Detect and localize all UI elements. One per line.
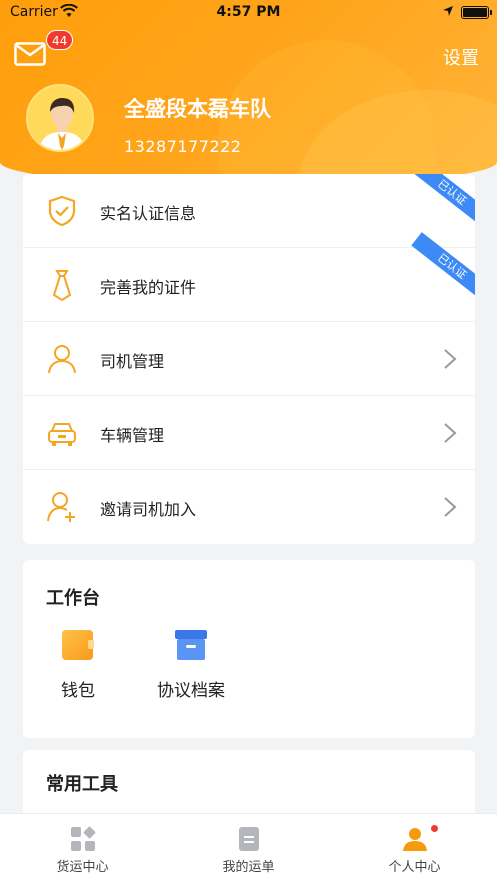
archive-box-icon (174, 628, 208, 662)
workbench-title: 工作台 (46, 588, 100, 609)
tie-icon (45, 268, 79, 302)
tab-label: 我的运单 (222, 860, 275, 875)
wallet-icon (61, 628, 95, 662)
common-tools-title: 常用工具 (46, 774, 118, 795)
message-count-badge: 44 (46, 30, 74, 50)
person-icon (45, 342, 79, 376)
shield-check-icon (45, 194, 79, 228)
workbench-card: 工作台 钱包 协议档案 (23, 560, 475, 738)
battery-tip (490, 10, 492, 15)
location-arrow-icon (442, 5, 454, 21)
menu-item-label: 车辆管理 (100, 426, 165, 445)
menu-item-label: 完善我的证件 (100, 278, 197, 297)
notification-dot (431, 825, 438, 832)
tab-freight-center[interactable]: 货运中心 (0, 814, 165, 883)
phone-number: 13287177222 (124, 137, 242, 156)
verified-ribbon: 已认证 (411, 174, 475, 227)
menu-item-real-name-verification[interactable]: 实名认证信息 已认证 (23, 174, 475, 248)
menu-item-complete-documents[interactable]: 完善我的证件 已认证 (23, 232, 475, 322)
tool-label: 钱包 (61, 681, 95, 701)
settings-button[interactable]: 设置 (443, 44, 479, 70)
chevron-right-icon (443, 348, 457, 370)
tool-agreement-archive[interactable]: 协议档案 (151, 628, 231, 701)
battery-icon (461, 6, 489, 19)
team-name: 全盛段本磊车队 (124, 97, 271, 121)
clock: 4:57 PM (216, 4, 281, 20)
menu-item-vehicle-management[interactable]: 车辆管理 (23, 396, 475, 470)
tab-label: 个人中心 (388, 860, 441, 875)
status-bar: Carrier 4:57 PM (0, 0, 497, 26)
menu-item-label: 实名认证信息 (100, 204, 197, 223)
avatar[interactable] (26, 84, 94, 152)
tab-bar: 货运中心 我的运单 个人中心 (0, 813, 497, 883)
tab-label: 货运中心 (56, 860, 109, 875)
tab-personal-center[interactable]: 个人中心 (332, 814, 497, 883)
chevron-right-icon (443, 422, 457, 444)
profile-menu-card: 实名认证信息 已认证 完善我的证件 已认证 司机管理 车辆管理 邀请司机加入 (23, 174, 475, 544)
tool-label: 协议档案 (157, 681, 225, 701)
menu-item-label: 邀请司机加入 (100, 500, 197, 519)
tool-wallet[interactable]: 钱包 (38, 628, 118, 701)
tab-my-waybills[interactable]: 我的运单 (166, 814, 331, 883)
grid-apps-icon (70, 826, 96, 852)
car-icon (45, 416, 79, 450)
menu-item-invite-driver[interactable]: 邀请司机加入 (23, 470, 475, 544)
chevron-right-icon (443, 496, 457, 518)
menu-item-driver-management[interactable]: 司机管理 (23, 322, 475, 396)
person-add-icon (45, 490, 79, 524)
user-icon (402, 826, 428, 852)
menu-item-label: 司机管理 (100, 352, 165, 371)
document-icon (236, 826, 262, 852)
mail-icon[interactable] (14, 42, 46, 66)
